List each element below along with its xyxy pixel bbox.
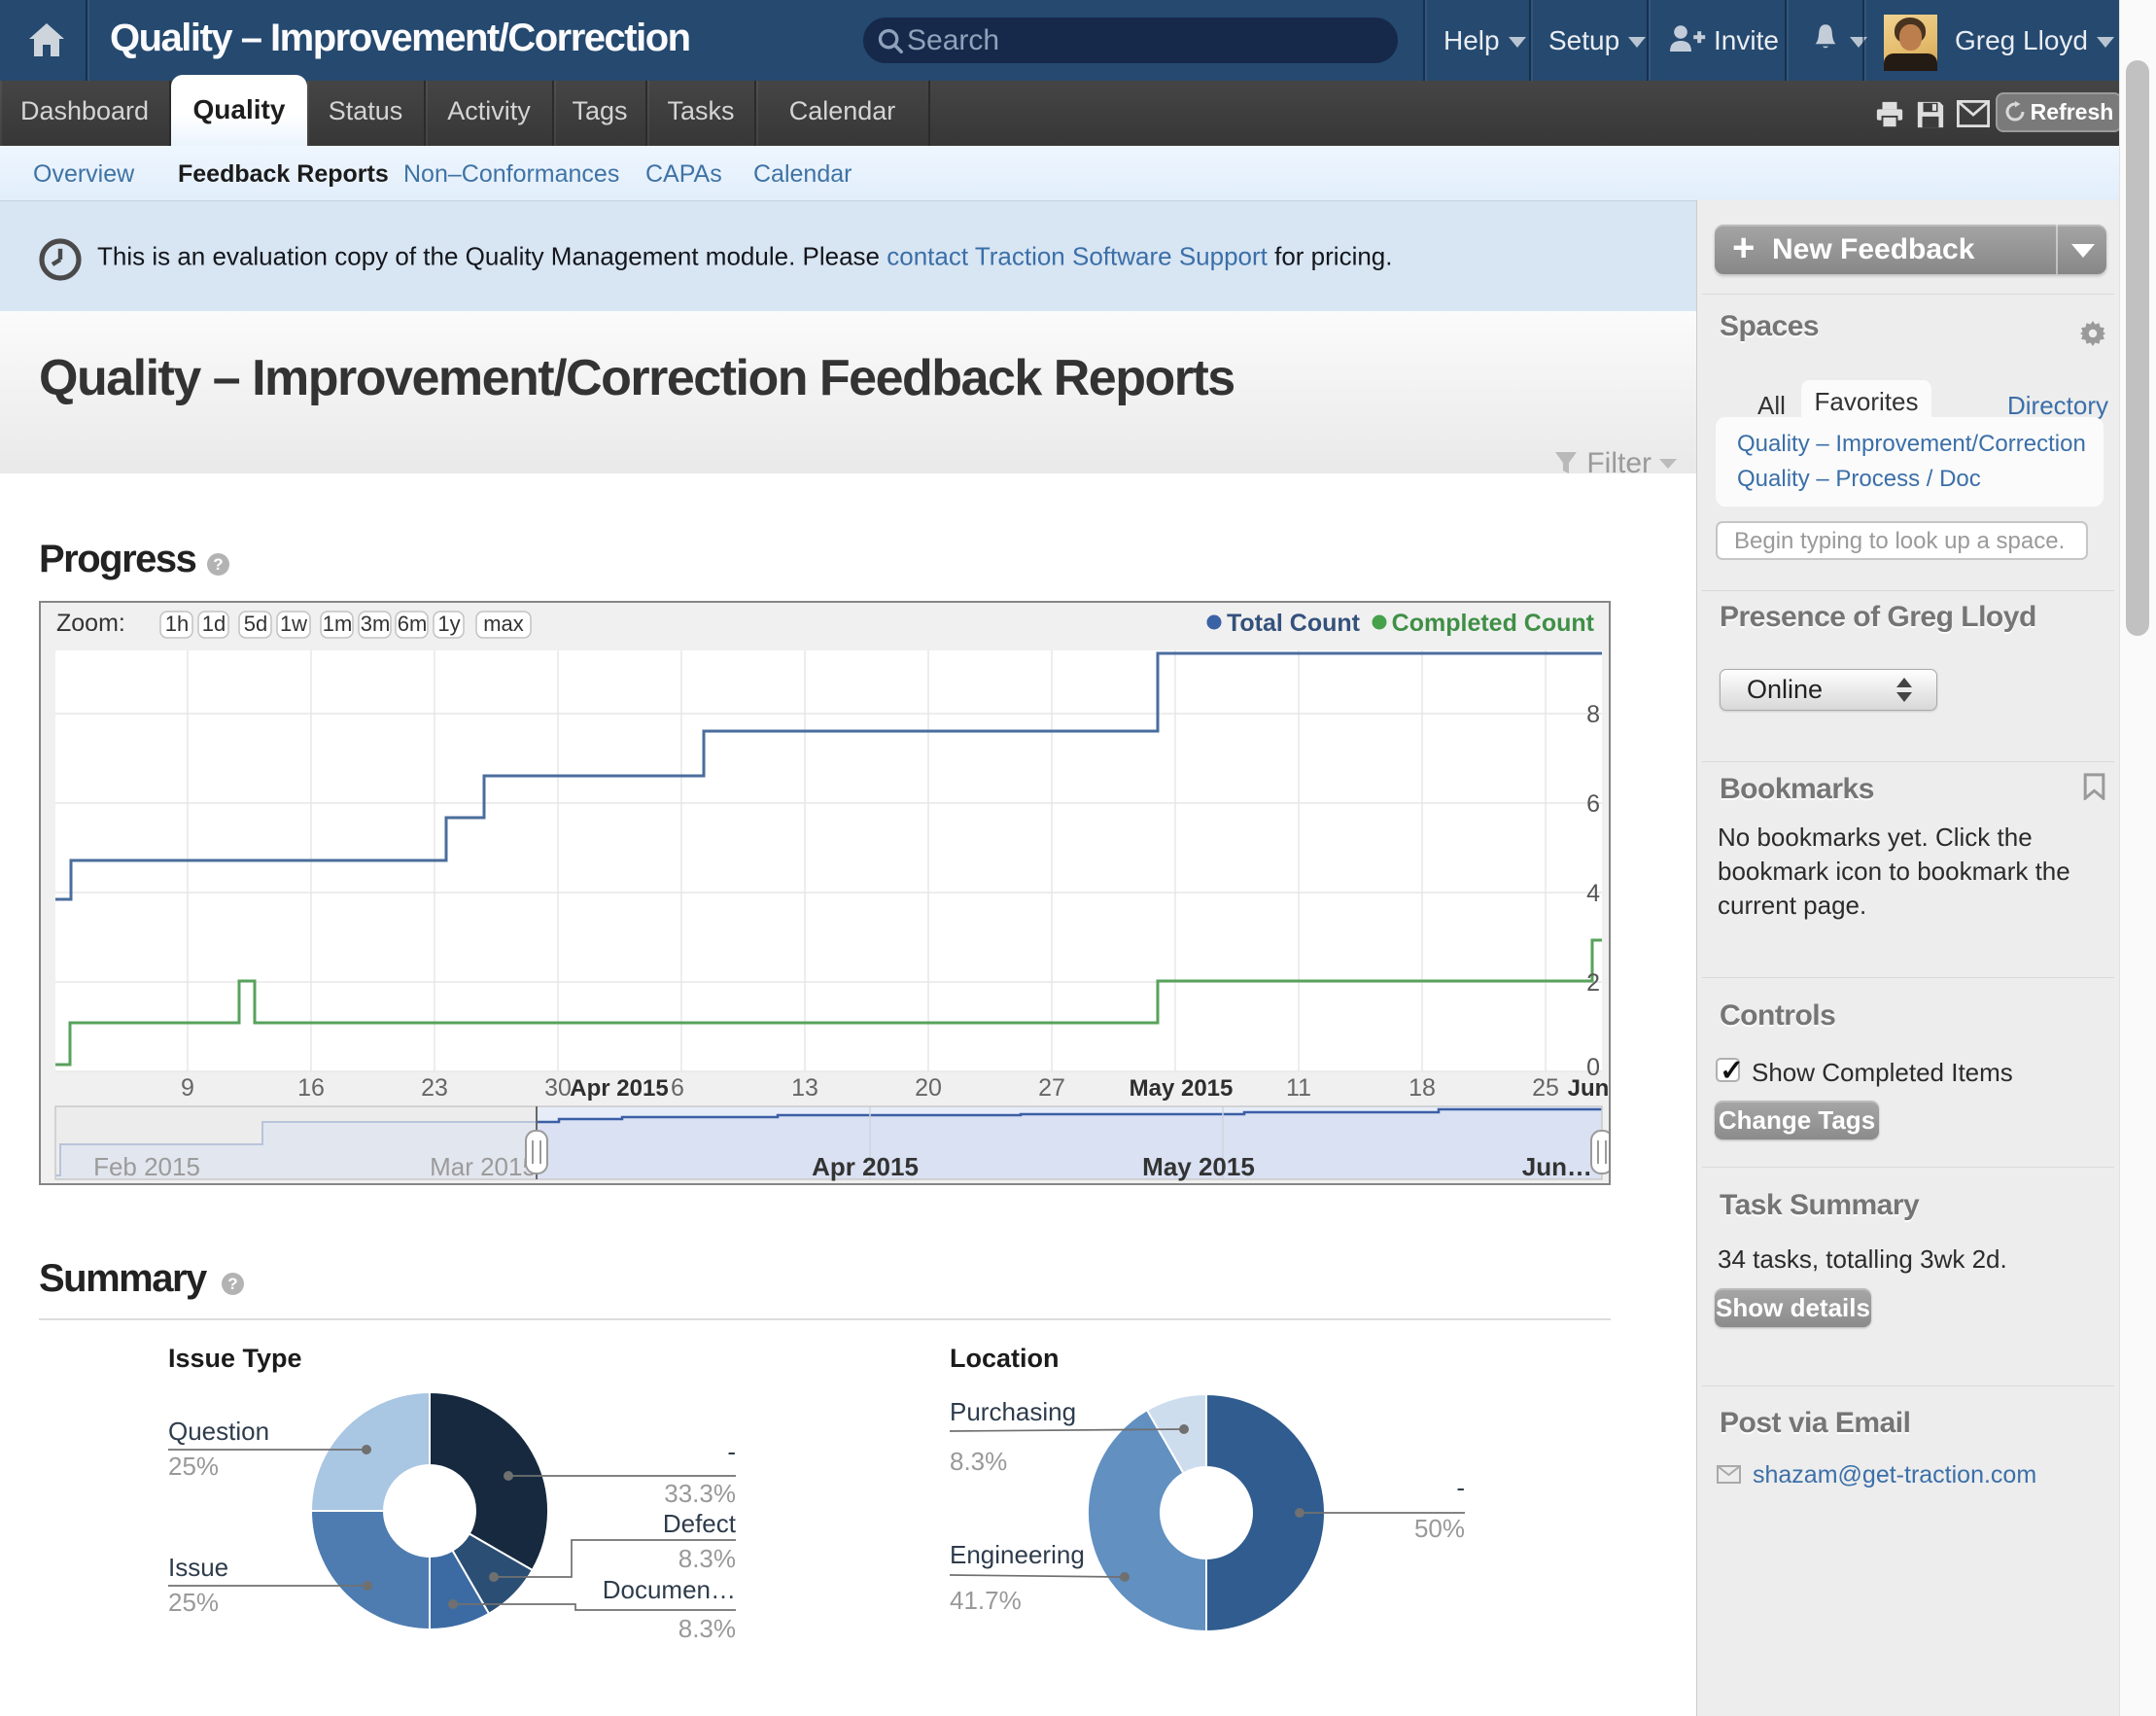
svg-text:23: 23 — [421, 1074, 448, 1102]
svg-text:1y: 1y — [437, 612, 460, 636]
svg-text:Location: Location — [950, 1344, 1060, 1373]
svg-text:Feb 2015: Feb 2015 — [93, 1152, 200, 1181]
svg-text:1m: 1m — [323, 612, 353, 636]
svg-text:Purchasing: Purchasing — [950, 1397, 1076, 1426]
svg-text:Issue Type: Issue Type — [168, 1344, 302, 1373]
svg-text:8.3%: 8.3% — [678, 1614, 736, 1643]
svg-text:33.3%: 33.3% — [664, 1479, 736, 1508]
svg-text:4: 4 — [1586, 880, 1600, 907]
svg-text:Zoom:: Zoom: — [56, 610, 125, 637]
svg-text:6m: 6m — [398, 612, 428, 636]
svg-text:Question: Question — [168, 1417, 269, 1446]
svg-text:Mar 2015: Mar 2015 — [430, 1152, 537, 1181]
svg-text:50%: 50% — [1414, 1514, 1465, 1543]
svg-text:13: 13 — [791, 1074, 818, 1102]
svg-text:9: 9 — [181, 1074, 194, 1102]
svg-text:8.3%: 8.3% — [678, 1544, 736, 1573]
svg-text:max: max — [483, 612, 524, 636]
svg-text:27: 27 — [1038, 1074, 1065, 1102]
svg-text:1w: 1w — [280, 612, 307, 636]
svg-text:20: 20 — [915, 1074, 942, 1102]
svg-text:25: 25 — [1532, 1074, 1559, 1102]
svg-text:25%: 25% — [168, 1452, 219, 1481]
svg-text:Defect: Defect — [663, 1509, 737, 1538]
svg-text:1d: 1d — [202, 612, 226, 636]
svg-text:Completed Count: Completed Count — [1392, 610, 1595, 637]
svg-text:30: 30 — [544, 1074, 572, 1102]
svg-text:May 2015: May 2015 — [1130, 1075, 1234, 1102]
svg-text:8: 8 — [1586, 701, 1600, 728]
svg-text:Engineering: Engineering — [950, 1540, 1085, 1569]
svg-text:18: 18 — [1408, 1074, 1436, 1102]
svg-text:16: 16 — [297, 1074, 325, 1102]
svg-text:11: 11 — [1286, 1074, 1311, 1102]
svg-text:3m: 3m — [361, 612, 391, 636]
svg-text:8.3%: 8.3% — [950, 1447, 1007, 1476]
svg-text:Jun…: Jun… — [1522, 1152, 1592, 1181]
svg-text:1h: 1h — [165, 612, 189, 636]
svg-text:Apr 2015: Apr 2015 — [570, 1075, 668, 1102]
svg-text:Issue: Issue — [168, 1553, 228, 1582]
svg-text:5d: 5d — [244, 612, 267, 636]
svg-text:6: 6 — [1586, 790, 1600, 818]
svg-text:6: 6 — [671, 1074, 684, 1102]
svg-text:Documen…: Documen… — [603, 1575, 736, 1604]
svg-text:Apr 2015: Apr 2015 — [812, 1152, 919, 1181]
svg-text:-: - — [1456, 1473, 1465, 1502]
svg-text:May 2015: May 2015 — [1142, 1152, 1255, 1181]
svg-text:Jun: Jun — [1568, 1075, 1609, 1102]
svg-text:Total Count: Total Count — [1227, 610, 1361, 637]
svg-text:25%: 25% — [168, 1588, 219, 1617]
svg-text:-: - — [727, 1437, 736, 1466]
svg-text:41.7%: 41.7% — [950, 1586, 1022, 1615]
svg-text:2: 2 — [1586, 969, 1600, 997]
